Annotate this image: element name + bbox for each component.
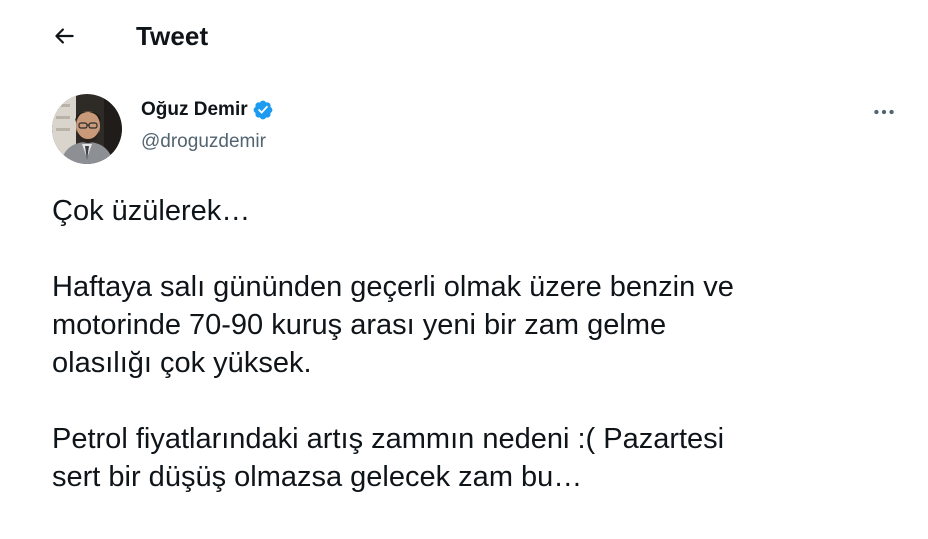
avatar-photo xyxy=(52,94,122,164)
more-horizontal-icon xyxy=(874,109,894,115)
arrow-left-icon xyxy=(55,28,74,44)
back-button[interactable] xyxy=(44,16,84,56)
author-handle[interactable]: @droguzdemir xyxy=(141,130,266,154)
author-name-line[interactable]: Oğuz Demir xyxy=(141,98,274,122)
more-options-button[interactable] xyxy=(864,94,904,130)
avatar[interactable] xyxy=(52,94,122,164)
tweet-page: Tweet Oğuz Demir @droguzdemir Çok üzüler… xyxy=(0,0,928,539)
page-title: Tweet xyxy=(136,21,209,51)
page-header: Tweet xyxy=(0,0,928,72)
tweet-author: Oğuz Demir @droguzdemir xyxy=(52,94,912,166)
author-display-name: Oğuz Demir xyxy=(141,99,248,120)
tweet-paragraph: Haftaya salı gününden geçerli olmak üzer… xyxy=(52,271,734,379)
tweet-paragraph: Çok üzülerek… xyxy=(52,195,251,227)
tweet-paragraph: Petrol fiyatlarındaki artış zammın neden… xyxy=(52,423,725,493)
tweet-text: Çok üzülerek… Haftaya salı gününden geçe… xyxy=(52,192,882,496)
verified-badge-icon xyxy=(252,99,274,121)
